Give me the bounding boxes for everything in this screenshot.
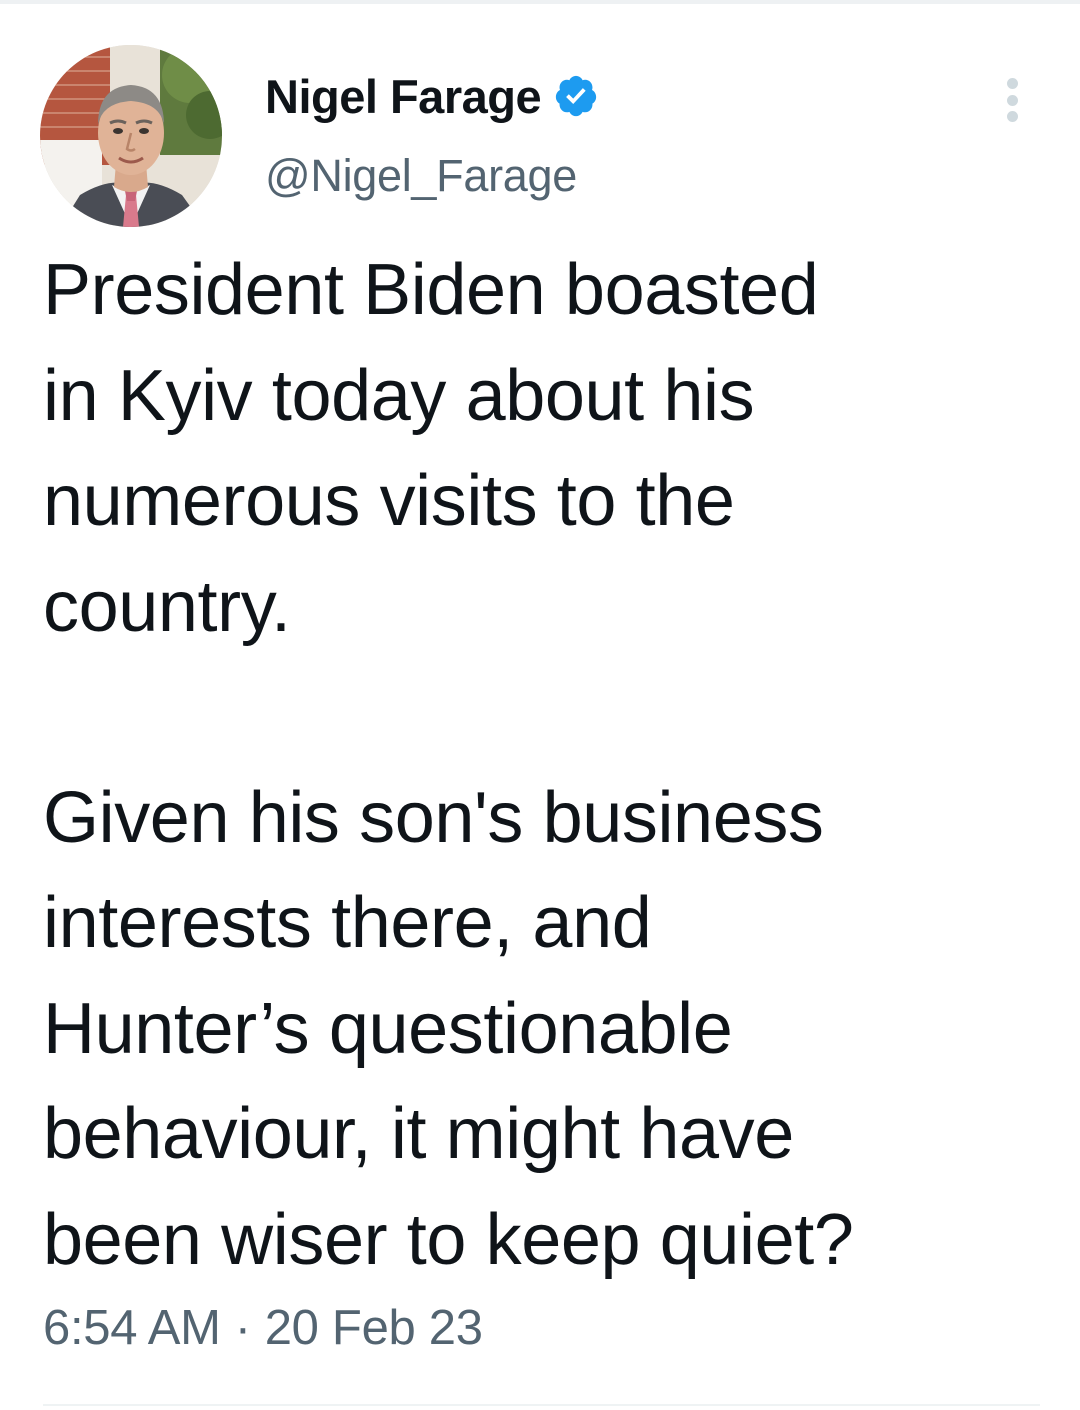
tweet-paragraph: President Biden boasted in Kyiv today ab…	[43, 238, 1043, 660]
tweet-line: country.	[43, 566, 291, 647]
tweet-date[interactable]: 20 Feb 23	[265, 1301, 483, 1355]
avatar[interactable]	[40, 45, 222, 227]
more-options-icon-dot	[1006, 111, 1018, 122]
tweet-text: President Biden boasted in Kyiv today ab…	[43, 238, 1043, 1293]
author-handle[interactable]: @Nigel_Farage	[265, 150, 577, 202]
tweet-line: in Kyiv today about his	[43, 355, 755, 436]
top-divider	[0, 0, 1080, 4]
author-name-row[interactable]: Nigel Farage	[265, 66, 599, 126]
display-name[interactable]: Nigel Farage	[265, 69, 542, 124]
tweet-line: Given his son's business	[43, 777, 824, 858]
more-options-icon-dot	[1006, 94, 1018, 106]
tweet-paragraph: Given his son's business interests there…	[43, 766, 1043, 1294]
verified-badge-icon	[553, 73, 599, 119]
avatar-photo	[40, 45, 222, 227]
tweet-line: been wiser to keep quiet?	[43, 1199, 854, 1280]
more-options-button[interactable]	[992, 72, 1032, 128]
tweet-line: Hunter’s questionable	[43, 988, 733, 1069]
meta-separator: ·	[234, 1301, 251, 1355]
tweet-line: President Biden boasted	[43, 250, 819, 330]
tweet-line: interests there, and	[43, 883, 652, 963]
tweet-timestamp[interactable]: 6:54 AM · 20 Feb 23	[43, 1300, 483, 1356]
tweet-time[interactable]: 6:54 AM	[43, 1301, 221, 1355]
tweet-line: numerous visits to the	[43, 461, 735, 541]
more-options-icon	[1006, 78, 1018, 89]
bottom-divider	[43, 1404, 1040, 1406]
tweet-line: behaviour, it might have	[43, 1094, 794, 1174]
